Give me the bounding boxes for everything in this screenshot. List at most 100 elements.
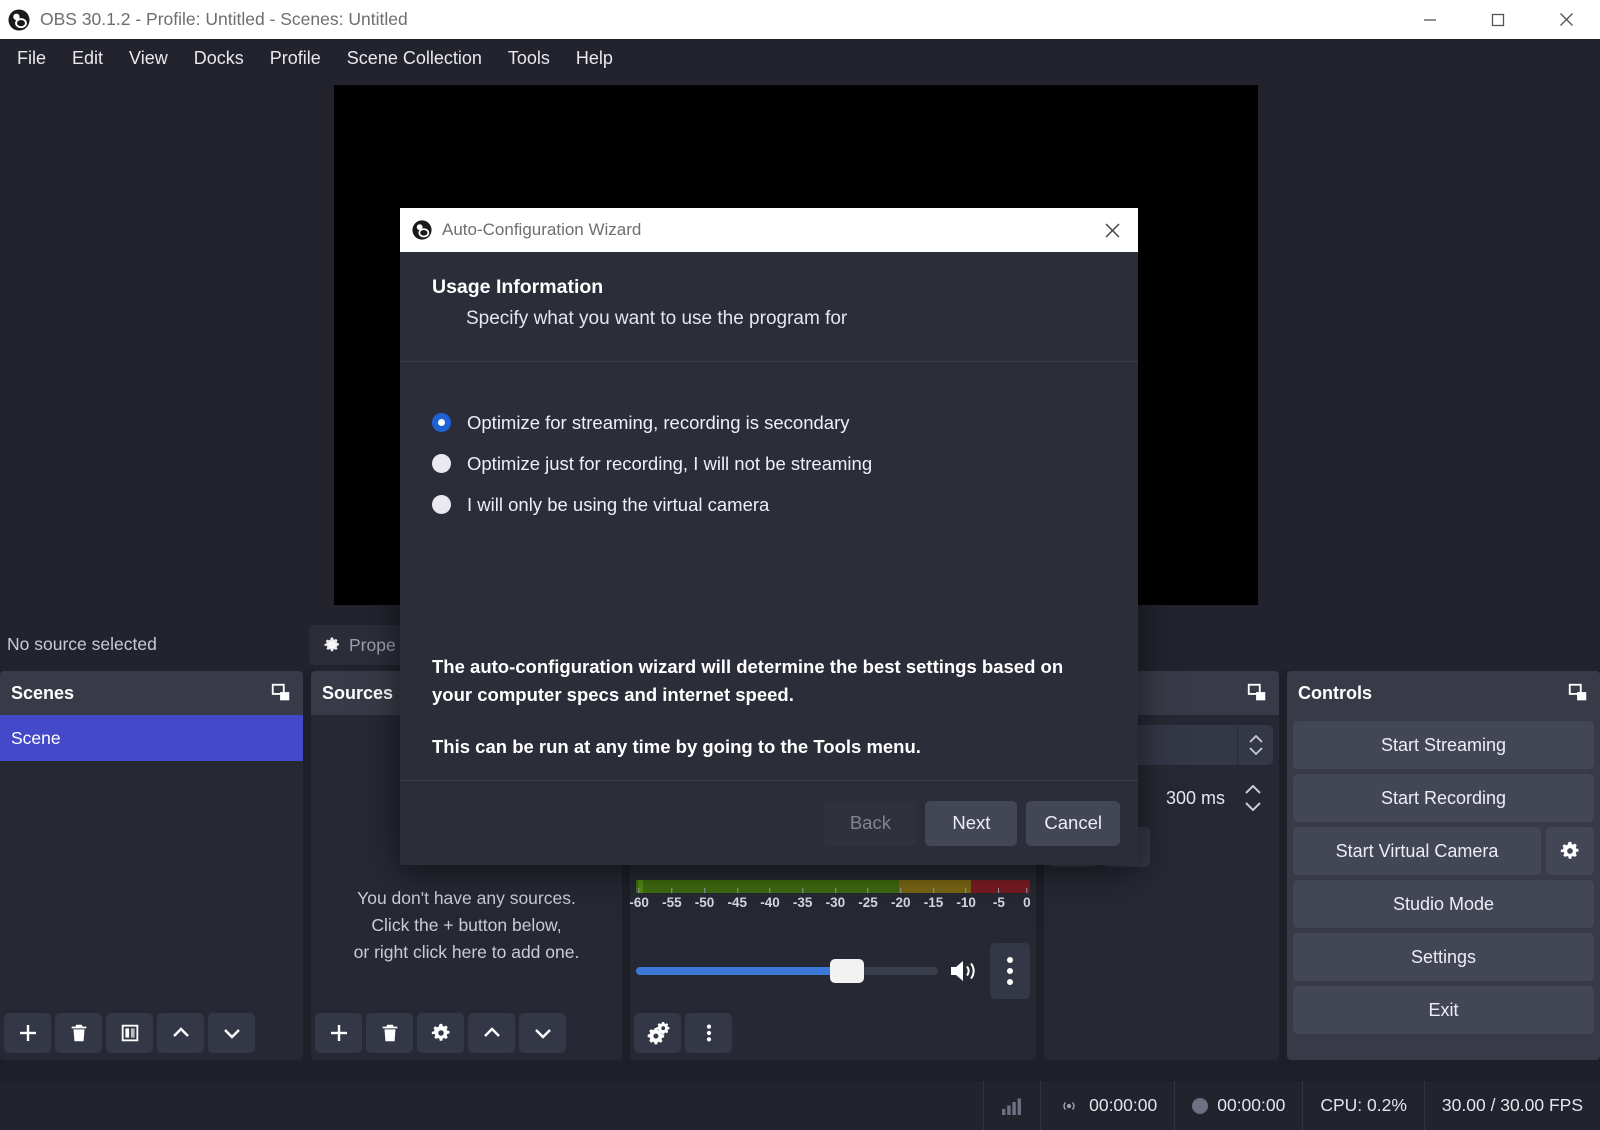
move-source-down-button[interactable] (519, 1013, 566, 1053)
statusbar-fps: 30.00 / 30.00 FPS (1423, 1081, 1600, 1130)
statusbar-cpu: CPU: 0.2% (1302, 1081, 1424, 1130)
mixer-source-menu-button[interactable] (990, 943, 1030, 999)
meter-tick: -60 (629, 895, 649, 910)
audio-level-meter: -60 -55 -50 -45 -40 -35 -30 -25 -20 -15 … (629, 880, 1031, 919)
properties-button[interactable]: Prope (309, 625, 410, 665)
gear-icon (1560, 841, 1579, 859)
popout-icon[interactable] (270, 682, 292, 704)
add-scene-button[interactable] (4, 1013, 51, 1053)
cancel-button[interactable]: Cancel (1026, 800, 1120, 846)
radio-icon[interactable] (432, 495, 451, 514)
settings-button[interactable]: Settings (1293, 933, 1594, 981)
advanced-audio-properties-button[interactable] (634, 1013, 681, 1053)
chevron-down-icon (1248, 747, 1263, 755)
move-source-up-button[interactable] (468, 1013, 515, 1053)
menu-scene-collection[interactable]: Scene Collection (334, 45, 495, 73)
menu-help[interactable]: Help (563, 45, 626, 73)
menu-tools[interactable]: Tools (495, 45, 563, 73)
dialog-header-zone: Usage Information Specify what you want … (400, 252, 1138, 362)
scenes-dock-header: Scenes (0, 671, 303, 715)
close-icon[interactable] (1532, 0, 1600, 39)
maximize-icon[interactable] (1464, 0, 1532, 39)
chevron-up-icon (1248, 735, 1263, 743)
usage-option-group: Optimize for streaming, recording is sec… (400, 362, 1138, 525)
scenes-dock-title: Scenes (11, 682, 75, 703)
controls-button-list: Start Streaming Start Recording Start Vi… (1293, 721, 1594, 1039)
plus-icon (19, 1025, 36, 1041)
radio-icon[interactable] (432, 413, 451, 432)
studio-mode-button[interactable]: Studio Mode (1293, 880, 1594, 928)
menubar: File Edit View Docks Profile Scene Colle… (0, 39, 1600, 78)
start-recording-button[interactable]: Start Recording (1293, 774, 1594, 822)
signal-bars-icon (1002, 1098, 1022, 1115)
kebab-menu-icon (706, 1024, 711, 1042)
remove-scene-button[interactable] (55, 1013, 102, 1053)
menu-edit[interactable]: Edit (59, 45, 116, 73)
radio-icon[interactable] (432, 454, 451, 473)
scene-list-item[interactable]: Scene (0, 715, 303, 761)
exit-button[interactable]: Exit (1293, 986, 1594, 1034)
sources-toolbar (311, 1006, 622, 1060)
controls-dock-header: Controls (1287, 671, 1600, 715)
description-paragraph-2: This can be run at any time by going to … (432, 735, 921, 757)
move-scene-up-button[interactable] (157, 1013, 204, 1053)
menu-docks[interactable]: Docks (181, 45, 257, 73)
add-source-button[interactable] (315, 1013, 362, 1053)
volume-slider[interactable] (636, 959, 938, 983)
source-properties-button[interactable] (417, 1013, 464, 1053)
meter-tick: -15 (923, 895, 944, 910)
next-button[interactable]: Next (925, 800, 1018, 846)
meter-tick: -30 (825, 895, 846, 910)
popout-icon[interactable] (1246, 682, 1268, 704)
option-optimize-streaming[interactable]: Optimize for streaming, recording is sec… (432, 402, 1138, 443)
dialog-close-button[interactable] (1092, 211, 1132, 249)
meter-tick: -10 (956, 895, 976, 910)
menu-file[interactable]: File (4, 45, 59, 73)
volume-row (636, 943, 1030, 999)
meter-tick: -40 (760, 895, 780, 910)
dialog-subheading: Specify what you want to use the program… (466, 308, 848, 329)
virtual-camera-settings-button[interactable] (1546, 827, 1594, 875)
stream-timer: 00:00:00 (1089, 1095, 1158, 1115)
menu-view[interactable]: View (116, 45, 181, 73)
statusbar-record-cell: 00:00:00 (1174, 1081, 1302, 1130)
scene-filters-button[interactable] (106, 1013, 153, 1053)
meter-tick: -50 (694, 895, 715, 910)
meter-red-segment (970, 880, 1030, 893)
chevron-up-icon (483, 1027, 500, 1037)
meter-tick: 0 (1023, 895, 1031, 910)
meter-tick: -25 (858, 895, 878, 910)
start-virtual-camera-button[interactable]: Start Virtual Camera (1293, 827, 1541, 875)
dialog-titlebar: Auto-Configuration Wizard (400, 208, 1138, 252)
dialog-footer: Back Next Cancel (400, 780, 1138, 865)
option-virtual-camera-only[interactable]: I will only be using the virtual camera (432, 484, 1138, 525)
back-button[interactable]: Back (824, 800, 917, 846)
popout-icon[interactable] (1567, 682, 1589, 704)
menu-profile[interactable]: Profile (257, 45, 334, 73)
chevron-up-icon (1245, 785, 1261, 794)
start-streaming-button[interactable]: Start Streaming (1293, 721, 1594, 769)
remove-source-button[interactable] (366, 1013, 413, 1053)
duration-spinner[interactable] (1233, 785, 1273, 811)
volume-slider-handle[interactable] (830, 959, 865, 983)
statusbar: 00:00:00 00:00:00 CPU: 0.2% 30.00 / 30.0… (0, 1081, 1600, 1130)
meter-tick-labels: -60 -55 -50 -45 -40 -35 -30 -25 -20 -15 … (629, 888, 1031, 919)
close-icon (1104, 222, 1120, 238)
chevron-down-icon (223, 1029, 240, 1039)
scenes-list[interactable]: Scene (0, 715, 303, 1006)
mixer-menu-button[interactable] (685, 1013, 732, 1053)
meter-tick: -20 (891, 895, 911, 910)
minimize-icon[interactable] (1396, 0, 1464, 39)
controls-dock: Controls Start Streaming Start Recording… (1287, 671, 1600, 1060)
option-optimize-recording[interactable]: Optimize just for recording, I will not … (432, 443, 1138, 484)
record-timer: 00:00:00 (1217, 1095, 1286, 1115)
meter-tick: -55 (662, 895, 682, 910)
volume-slider-fill (636, 967, 845, 975)
obs-logo-icon (412, 220, 432, 240)
plus-icon (330, 1025, 347, 1041)
move-scene-down-button[interactable] (208, 1013, 255, 1053)
transition-spinner[interactable] (1237, 725, 1273, 765)
speaker-icon[interactable] (948, 957, 980, 985)
virtual-camera-row: Start Virtual Camera (1293, 827, 1594, 875)
scenes-toolbar (0, 1006, 303, 1060)
